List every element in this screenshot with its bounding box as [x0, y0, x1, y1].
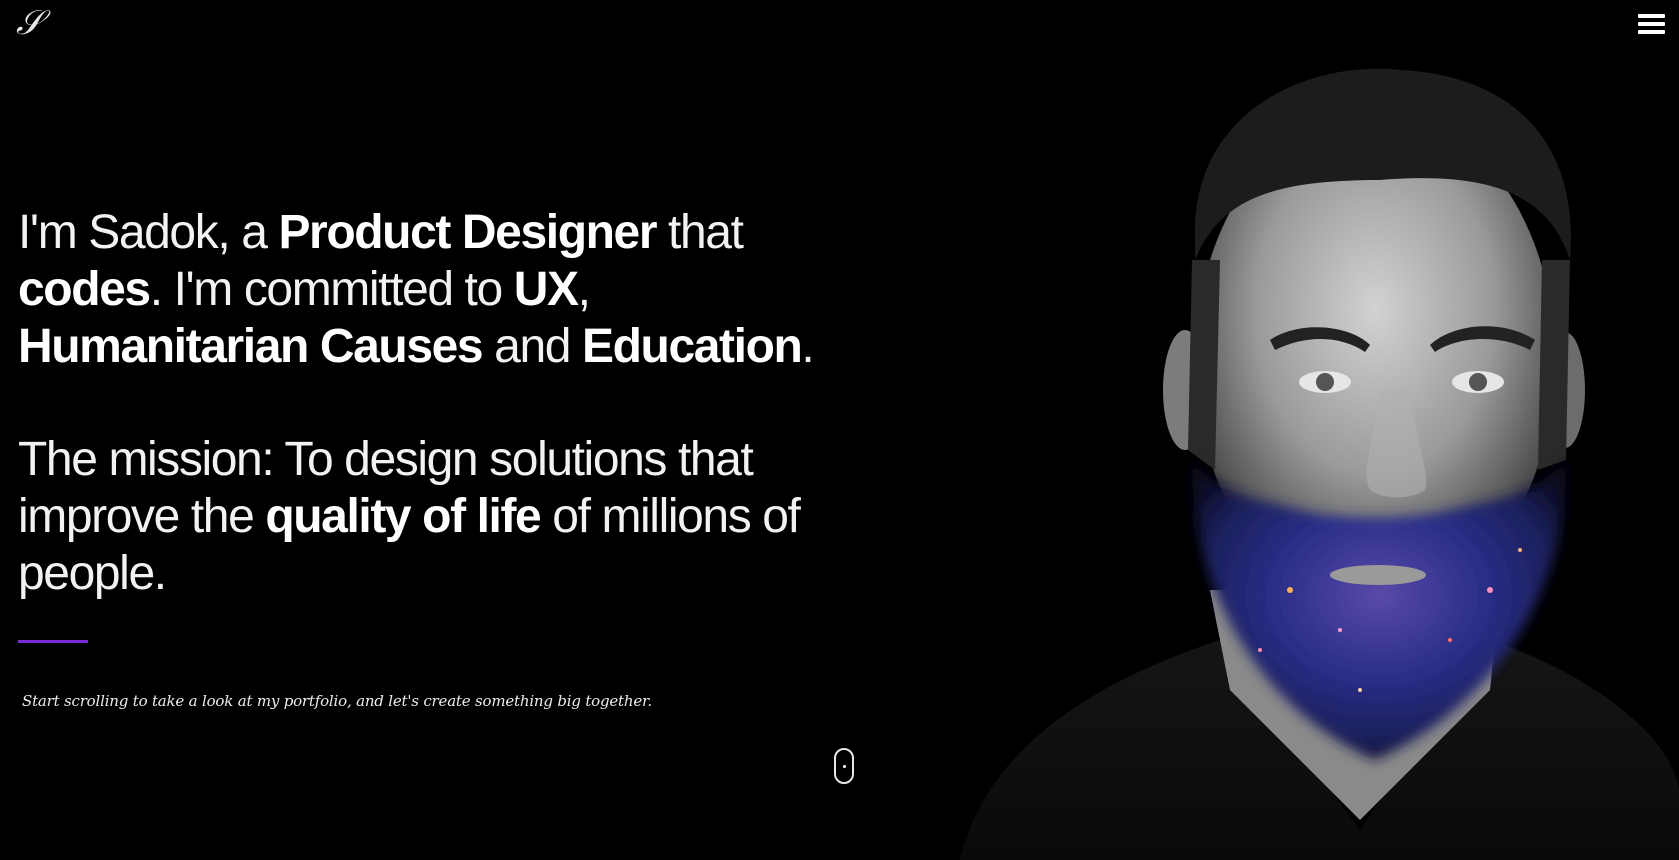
accent-divider — [18, 640, 88, 643]
text-run: and — [482, 320, 582, 373]
emphasis-text: Education — [582, 320, 803, 373]
text-run: , — [577, 263, 591, 316]
tagline: Start scrolling to take a look at my por… — [22, 692, 652, 710]
text-run: that — [656, 206, 744, 259]
text-run: I'm Sadok, a — [18, 206, 279, 259]
logo[interactable]: 𝒮 — [16, 3, 42, 43]
intro-headline: I'm Sadok, a Product Designer that codes… — [18, 204, 818, 375]
page: 𝒮 I'm Sadok, a Product Designer that cod… — [0, 0, 1679, 860]
emphasis-text: Product Designer — [278, 206, 657, 259]
scroll-dot — [843, 765, 846, 768]
emphasis-text: UX — [513, 263, 579, 316]
text-run: . — [801, 320, 814, 373]
mission-statement: The mission: To design solutions that im… — [18, 431, 818, 602]
emphasis-text: quality of life — [265, 490, 541, 543]
hero-section: I'm Sadok, a Product Designer that codes… — [18, 204, 818, 602]
emphasis-text: codes — [18, 263, 151, 316]
scroll-mouse-icon[interactable] — [834, 748, 854, 784]
text-run: . I'm committed to — [149, 263, 514, 316]
emphasis-text: Humanitarian Causes — [18, 320, 484, 373]
portrait-image — [960, 68, 1679, 860]
